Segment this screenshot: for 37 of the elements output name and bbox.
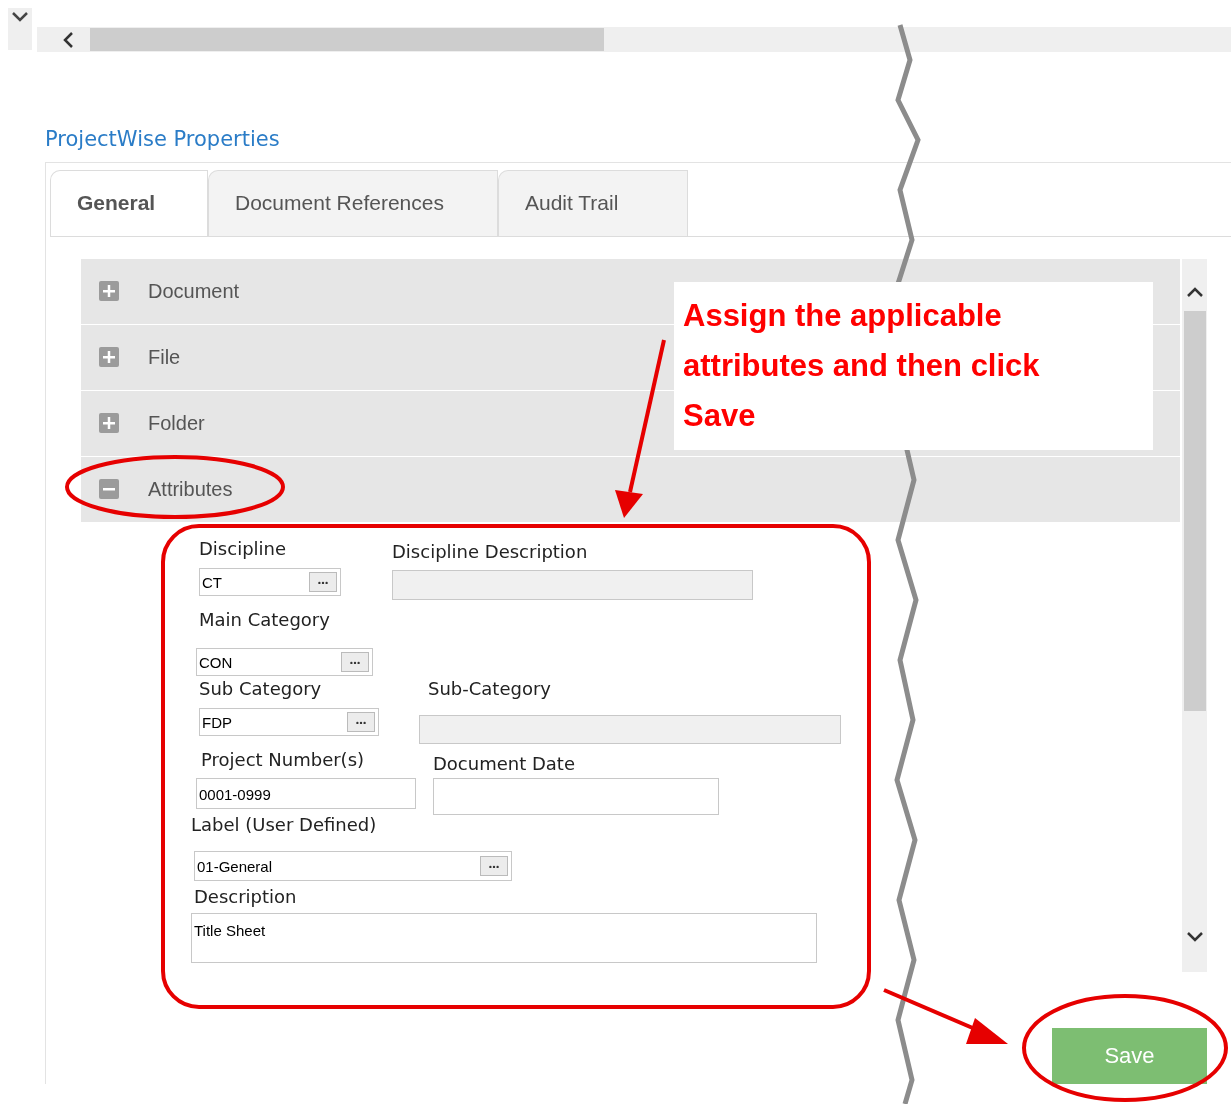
browse-icon[interactable]: [480, 855, 508, 876]
picker-field[interactable]: 01-General: [194, 850, 512, 881]
scroll-down-icon: [1185, 929, 1204, 944]
field-label: Project Number(s): [201, 747, 366, 772]
picker-field[interactable]: FDP: [199, 707, 379, 736]
picker-field[interactable]: CT: [199, 567, 341, 596]
section-title: ProjectWise Properties: [45, 126, 281, 153]
text-field[interactable]: [433, 777, 719, 815]
chevron-down-icon: [10, 10, 30, 24]
plus-icon[interactable]: [98, 346, 120, 368]
tab[interactable]: Document References: [208, 169, 498, 236]
description-field[interactable]: Title Sheet: [191, 912, 817, 963]
plus-icon[interactable]: [98, 412, 120, 434]
field-label: Discipline Description: [392, 539, 589, 564]
field-label: Document Date: [433, 751, 576, 776]
browse-icon[interactable]: [309, 571, 337, 592]
callout-tooltip: Assign the applicable attributes and then click Save: [674, 282, 1153, 450]
horizontal-scrollbar[interactable]: [37, 27, 1231, 52]
plus-icon[interactable]: [98, 280, 120, 302]
field-label: Sub-Category: [428, 676, 552, 701]
scrollbar-thumb[interactable]: [1183, 310, 1206, 711]
field-label: Description: [194, 884, 298, 909]
browse-icon[interactable]: [341, 651, 369, 672]
scrollbar-thumb[interactable]: [90, 28, 604, 51]
field-label: Sub Category: [199, 676, 323, 701]
tab[interactable]: General: [50, 169, 208, 236]
picker-field[interactable]: CON: [196, 647, 373, 676]
tab[interactable]: Audit Trail: [498, 169, 688, 236]
collapse-button[interactable]: [8, 8, 32, 50]
field-label: Discipline: [199, 536, 288, 561]
browse-icon[interactable]: [347, 711, 375, 732]
vertical-scrollbar[interactable]: [1182, 258, 1207, 972]
minus-icon[interactable]: [98, 478, 120, 500]
section-header[interactable]: Attributes: [81, 456, 1180, 523]
field-label: Label (User Defined): [191, 812, 378, 837]
field-label: Main Category: [199, 607, 331, 632]
text-field[interactable]: 0001-0999: [196, 777, 416, 809]
